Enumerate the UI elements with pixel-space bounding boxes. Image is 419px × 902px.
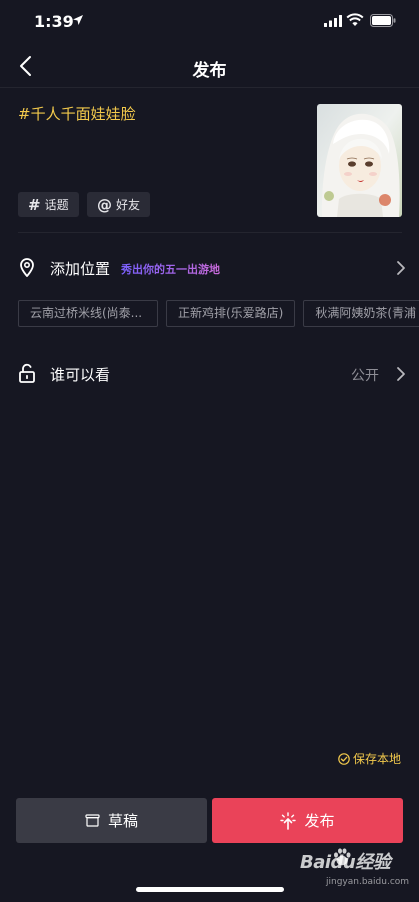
publish-sparkle-icon [280, 811, 297, 830]
battery-icon [370, 14, 396, 27]
nav-divider [0, 87, 419, 88]
save-local-toggle[interactable]: 保存本地 [338, 750, 401, 767]
chevron-right-icon [397, 367, 405, 381]
location-arrow-icon [73, 15, 83, 25]
visibility-row[interactable]: 谁可以看 公开 [0, 352, 419, 396]
status-time: 1:39 [34, 12, 74, 31]
mention-chip-label: 好友 [116, 198, 141, 212]
add-location-row[interactable]: 添加位置 秀出你的五一出游地 [0, 246, 419, 290]
cellular-signal-icon [324, 15, 342, 27]
check-circle-icon [338, 752, 350, 765]
at-icon: @ [97, 195, 112, 214]
thumbnail-illustration [317, 104, 402, 217]
divider [18, 232, 402, 233]
location-promo-text: 秀出你的五一出游地 [121, 263, 220, 276]
unlock-icon [19, 363, 35, 383]
topic-chip-label: 话题 [44, 198, 69, 212]
draft-button[interactable]: 草稿 [16, 798, 207, 843]
chevron-right-icon [397, 261, 405, 275]
publish-button-label: 发布 [304, 812, 335, 830]
home-indicator [136, 887, 284, 892]
nav-bar: 发布 [0, 44, 419, 88]
wifi-icon [346, 13, 364, 26]
poi-chip[interactable]: 云南过桥米线(尚泰... [18, 300, 158, 327]
status-bar: 1:39 [0, 0, 419, 44]
add-location-label: 添加位置 [50, 260, 111, 278]
visibility-label: 谁可以看 [50, 366, 111, 384]
page-title: 发布 [192, 61, 227, 81]
topic-chip[interactable]: # 话题 [18, 192, 79, 217]
visibility-value: 公开 [351, 368, 379, 384]
publish-button[interactable]: 发布 [212, 798, 403, 843]
hashtag-icon: # [28, 195, 41, 214]
video-thumbnail[interactable] [317, 104, 402, 217]
watermark-url: jingyan.baidu.com [326, 877, 410, 887]
location-pin-icon [20, 258, 34, 277]
mention-chip[interactable]: @ 好友 [87, 192, 151, 217]
draft-button-label: 草稿 [107, 812, 138, 830]
poi-suggestion-list: 云南过桥米线(尚泰... 正新鸡排(乐爱路店) 秋满阿姨奶茶(青浦 [18, 300, 419, 328]
poi-chip[interactable]: 秋满阿姨奶茶(青浦 [303, 300, 419, 327]
save-local-label: 保存本地 [352, 752, 401, 766]
poi-chip[interactable]: 正新鸡排(乐爱路店) [166, 300, 296, 327]
caption-input[interactable]: #千人千面娃娃脸 [18, 103, 136, 124]
baidu-paw-icon [334, 848, 351, 866]
draft-box-icon [85, 814, 100, 827]
